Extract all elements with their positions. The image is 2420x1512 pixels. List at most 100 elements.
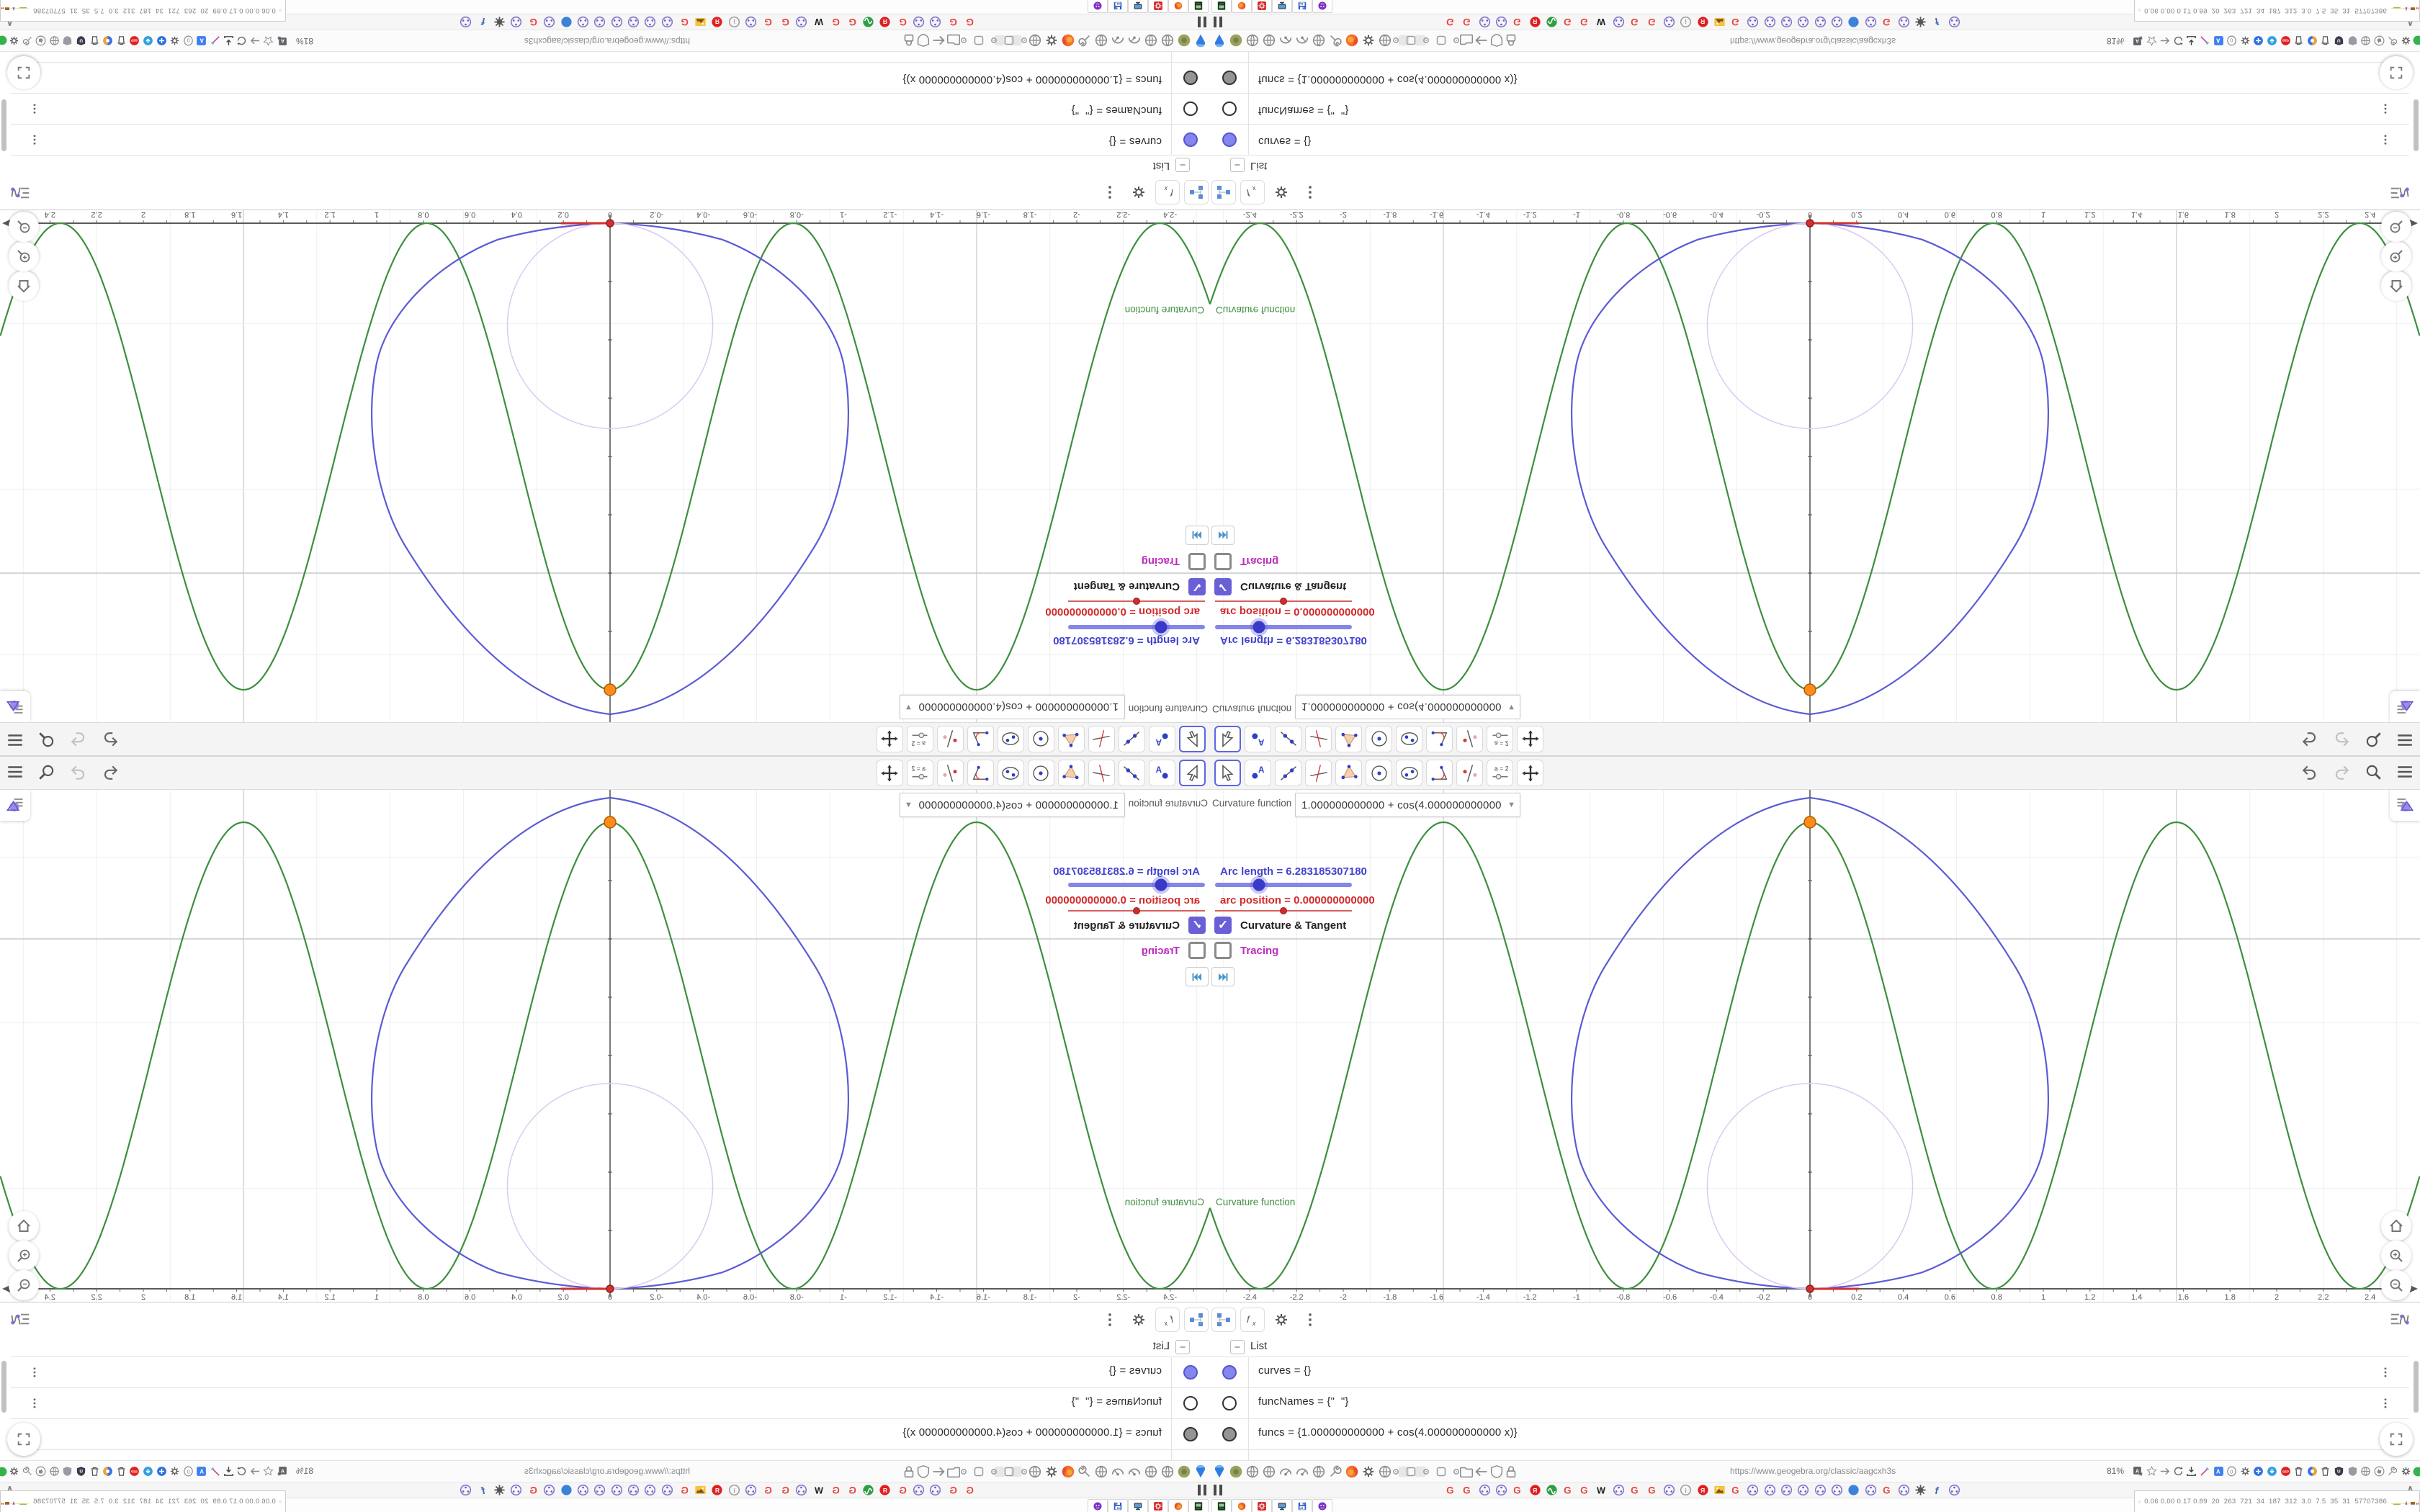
search-icon[interactable] xyxy=(37,731,56,750)
tab-favicon-gg[interactable] xyxy=(1478,1483,1492,1497)
arc-length-slider-knob[interactable] xyxy=(1252,878,1265,891)
list-header[interactable]: List xyxy=(11,155,1210,176)
menu-icon[interactable] xyxy=(2396,762,2414,781)
tab-favicon-gg[interactable] xyxy=(627,1483,640,1497)
kebab-icon[interactable] xyxy=(2379,131,2392,148)
oval-zero-icon[interactable]: 0 xyxy=(2226,35,2238,47)
tool-line[interactable] xyxy=(1119,760,1145,786)
tool-reflect[interactable] xyxy=(937,760,964,786)
brush-icon[interactable] xyxy=(209,1465,221,1477)
zoom-out-button[interactable] xyxy=(2381,212,2411,242)
globe-icon[interactable] xyxy=(1261,32,1277,48)
globe-icon[interactable] xyxy=(1311,32,1327,48)
app-monitor-button[interactable] xyxy=(1128,1499,1148,1512)
algebra-row-3[interactable]: funcs = {1.000000000000 + cos(4.00000000… xyxy=(11,62,1210,93)
tab-favicon-gg[interactable] xyxy=(1763,15,1777,29)
app-gear-red-button[interactable] xyxy=(1148,0,1168,13)
curvature-tangent-checkbox[interactable]: ✓ xyxy=(1188,917,1206,934)
globe-icon[interactable] xyxy=(1245,1464,1260,1480)
tab-favicon-dark-gear[interactable] xyxy=(493,15,506,29)
graphics-view[interactable]: -2.4 -2.2 -2 -1.8 -1.6 -1.4 -1.2 -1 -0.8 -0.6 -0.4… xyxy=(0,210,1210,725)
translate-dark-icon[interactable]: A xyxy=(276,1465,288,1477)
tab-favicon-gg[interactable] xyxy=(593,1483,606,1497)
tab-favicon-blue-solid[interactable] xyxy=(1847,15,1860,29)
square-small-icon[interactable] xyxy=(971,1464,987,1480)
tab-favicon-G[interactable]: G xyxy=(1511,1483,1525,1497)
tab-favicon-G[interactable]: G xyxy=(1444,15,1458,29)
tab-favicon-G[interactable]: G xyxy=(1628,1483,1642,1497)
plus-circle-icon[interactable] xyxy=(156,35,168,47)
trash-icon[interactable] xyxy=(89,1465,101,1477)
firefox-icon[interactable] xyxy=(1060,1464,1076,1480)
tab-favicon-gg[interactable] xyxy=(509,15,523,29)
tab-favicon-info[interactable]: i xyxy=(1679,1483,1693,1497)
tab-favicon-G[interactable]: G xyxy=(1444,1483,1458,1497)
algebra-row-2[interactable]: funcNames = {" "} xyxy=(1210,93,2409,124)
reload-icon[interactable] xyxy=(2172,1465,2184,1477)
tab-favicon-gg[interactable] xyxy=(1948,15,1961,29)
tab-favicon-gg[interactable] xyxy=(1897,15,1911,29)
gear-icon[interactable] xyxy=(1044,32,1059,48)
wrench-icon[interactable] xyxy=(22,35,34,47)
globe-icon[interactable] xyxy=(1143,1464,1159,1480)
app-octopus-button[interactable] xyxy=(1312,0,1332,13)
tab-favicon-gg[interactable] xyxy=(1746,15,1760,29)
tool-circle-center[interactable] xyxy=(1366,760,1392,786)
tool-slider[interactable]: a = 2 xyxy=(907,760,933,786)
translate-blue-icon[interactable]: A xyxy=(2213,1465,2225,1477)
brush-icon[interactable] xyxy=(209,35,221,47)
app-floppy-button[interactable]: 64 xyxy=(1292,1499,1312,1512)
visibility-toggle[interactable] xyxy=(1222,1365,1237,1380)
dot-small-icon[interactable] xyxy=(1418,32,1434,48)
down-circle-icon[interactable] xyxy=(142,1465,154,1477)
tab-favicon-gg[interactable] xyxy=(610,15,624,29)
translate-blue-icon[interactable]: A xyxy=(195,1465,207,1477)
expand-icon[interactable] xyxy=(279,1497,282,1507)
tab-favicon-gg[interactable] xyxy=(794,1483,808,1497)
tab-favicon-G[interactable]: G xyxy=(962,1483,976,1497)
tool-slider[interactable]: a = 2 xyxy=(1487,760,1513,786)
list-header[interactable]: List xyxy=(1210,1336,2409,1357)
oval-zero-icon[interactable]: 0 xyxy=(2226,1465,2238,1477)
star-icon[interactable] xyxy=(2146,1465,2158,1477)
zoom-in-button[interactable] xyxy=(9,1241,39,1271)
collapse-icon[interactable] xyxy=(1230,1340,1245,1354)
function-input[interactable]: 1.000000000000 + cos(4.000000000000 x) ▼ xyxy=(900,695,1125,719)
tab-favicon-blue-solid[interactable] xyxy=(560,15,573,29)
algebra-graph-icon[interactable] xyxy=(2387,1308,2411,1330)
red-circle-icon[interactable]: SEP xyxy=(2280,35,2292,47)
tab-favicon-gg[interactable] xyxy=(1746,1483,1760,1497)
function-input-value[interactable]: 1.000000000000 + cos(4.000000000000 x) xyxy=(917,799,1124,811)
tool-circle-center[interactable] xyxy=(1028,760,1054,786)
tracing-checkbox[interactable] xyxy=(1188,553,1206,570)
oval-zero-icon[interactable]: 0 xyxy=(182,35,194,47)
tab-favicon-G[interactable]: G xyxy=(895,1483,909,1497)
gear-icon[interactable] xyxy=(1126,1308,1151,1332)
tab-favicon-gg[interactable] xyxy=(1796,1483,1810,1497)
translate-blue-icon[interactable]: A xyxy=(2213,35,2225,47)
gear-icon[interactable] xyxy=(169,35,181,47)
tab-favicon-blue-solid[interactable] xyxy=(560,1483,573,1497)
globe-icon[interactable] xyxy=(1245,32,1260,48)
tab-favicon-G[interactable]: G xyxy=(1729,15,1743,29)
tab-favicon-W[interactable]: W xyxy=(811,15,825,29)
gear-icon[interactable] xyxy=(1361,1464,1376,1480)
zoom-in-button[interactable] xyxy=(9,241,39,271)
tab-favicon-ya[interactable]: Я xyxy=(1528,1483,1542,1497)
tree-view-icon[interactable] xyxy=(1184,180,1209,204)
shield-g-icon[interactable] xyxy=(2347,1465,2359,1477)
gauge-icon[interactable] xyxy=(1110,32,1126,48)
tab-favicon-gg[interactable] xyxy=(1814,1483,1827,1497)
scrollbar[interactable] xyxy=(2414,1361,2419,1413)
visibility-toggle[interactable] xyxy=(1222,102,1237,116)
square-small-icon[interactable] xyxy=(1433,1464,1449,1480)
arc-length-slider-knob[interactable] xyxy=(1252,621,1265,634)
chevron-down-icon[interactable]: ▼ xyxy=(900,801,917,809)
chevron-down-icon[interactable]: ▼ xyxy=(1503,703,1520,711)
tab-favicon-gg[interactable] xyxy=(1796,15,1810,29)
undo-icon[interactable] xyxy=(101,731,120,750)
tool-point[interactable]: A xyxy=(1245,760,1271,786)
expand-icon[interactable] xyxy=(2138,6,2141,16)
tool-move-graphics-view[interactable] xyxy=(877,726,903,752)
app-gear-red-button[interactable] xyxy=(1252,1499,1272,1512)
